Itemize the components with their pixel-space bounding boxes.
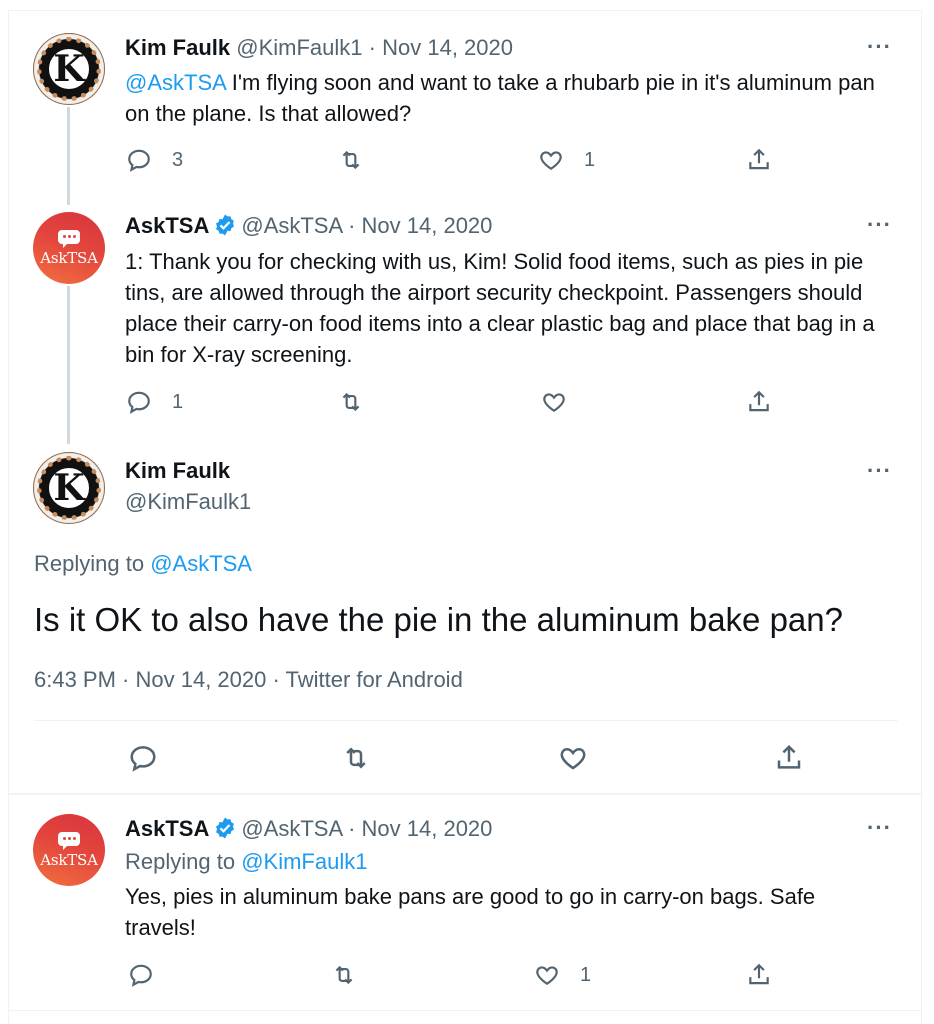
reply-icon (128, 149, 150, 172)
replying-prefix: Replying to (125, 849, 242, 874)
retweet-icon (346, 747, 366, 769)
more-icon[interactable]: ··· (867, 34, 892, 60)
retweet-icon (335, 965, 353, 985)
divider (34, 720, 898, 721)
verified-badge-icon (216, 214, 235, 236)
thread-connector (67, 107, 70, 205)
like-count: 1 (580, 963, 592, 986)
more-icon[interactable]: ··· (867, 815, 892, 841)
tweet-date[interactable]: Nov 14, 2020 (362, 213, 493, 238)
like-button[interactable] (541, 389, 567, 415)
share-icon (749, 963, 769, 985)
share-icon (749, 390, 769, 412)
like-icon (540, 151, 562, 170)
retweet-button[interactable] (341, 743, 371, 773)
tweet-date[interactable]: Nov 14, 2020 (362, 816, 493, 841)
author-handle[interactable]: @KimFaulk1 (125, 489, 251, 515)
author-name[interactable]: AskTSA (125, 816, 209, 841)
replying-prefix: Replying to (34, 551, 151, 576)
avatar-letter: K (47, 466, 91, 510)
replying-to: Replying to @KimFaulk1 (125, 849, 367, 875)
frame-right-border (921, 10, 922, 1024)
tweet-header: AskTSA @AskTSA · Nov 14, 2020 (125, 815, 492, 843)
author-name[interactable]: Kim Faulk (125, 458, 230, 484)
divider (8, 793, 922, 795)
reply-count: 3 (172, 148, 184, 171)
share-icon (777, 744, 801, 769)
mention-link[interactable]: @AskTSA (125, 70, 226, 95)
reply-count: 1 (172, 390, 184, 413)
divider (8, 1010, 922, 1011)
replying-to-link[interactable]: @AskTSA (150, 551, 252, 576)
retweet-button[interactable] (331, 962, 357, 988)
retweet-icon (342, 150, 360, 170)
tweet-text: Is it OK to also have the pie in the alu… (34, 601, 843, 638)
like-button[interactable]: 1 (534, 962, 591, 988)
reply-button[interactable]: 1 (126, 389, 183, 415)
replying-to: Replying to @AskTSA (34, 551, 252, 577)
reply-button[interactable] (128, 962, 154, 988)
replying-to-link[interactable]: @KimFaulk1 (241, 849, 367, 874)
like-icon (560, 747, 586, 770)
reply-icon (128, 391, 150, 414)
retweet-button[interactable] (338, 147, 384, 173)
frame-top-border (8, 10, 922, 11)
share-icon (749, 148, 769, 170)
like-button[interactable] (558, 743, 588, 773)
more-icon[interactable]: ··· (867, 458, 892, 484)
separator-dot: · (368, 35, 376, 60)
share-button[interactable] (746, 389, 772, 415)
retweet-icon (342, 392, 360, 412)
author-handle[interactable]: @AskTSA (241, 816, 342, 841)
avatar-letter: K (47, 47, 91, 91)
reply-icon (130, 964, 152, 987)
like-icon (536, 966, 558, 985)
like-button[interactable]: 1 (538, 147, 595, 173)
avatar-label: AskTSA (40, 248, 98, 267)
reply-button[interactable] (128, 743, 158, 773)
tweet-text: @AskTSA I'm flying soon and want to take… (125, 67, 905, 129)
frame-left-border (8, 10, 9, 1024)
avatar[interactable]: AskTSA (33, 814, 105, 886)
share-button[interactable] (746, 147, 772, 173)
avatar[interactable]: AskTSA (33, 212, 105, 284)
avatar[interactable]: K (33, 33, 105, 105)
chat-icon (58, 229, 80, 248)
more-icon[interactable]: ··· (867, 212, 892, 238)
retweet-button[interactable] (338, 389, 364, 415)
share-button[interactable] (774, 743, 804, 773)
reply-icon (130, 746, 156, 772)
tweet-header: Kim Faulk @KimFaulk1 · Nov 14, 2020 (125, 34, 513, 62)
share-button[interactable] (746, 962, 772, 988)
tweet-meta[interactable]: 6:43 PM · Nov 14, 2020 · Twitter for And… (34, 667, 463, 693)
tweet-text: Yes, pies in aluminum bake pans are good… (125, 884, 816, 940)
avatar-label: AskTSA (40, 850, 98, 869)
author-name[interactable]: AskTSA (125, 213, 209, 238)
chat-icon (58, 831, 80, 850)
tweet-date[interactable]: Nov 14, 2020 (382, 35, 513, 60)
tweet-header: AskTSA @AskTSA · Nov 14, 2020 (125, 212, 492, 240)
thread-connector (67, 286, 70, 444)
reply-button[interactable]: 3 (126, 147, 183, 173)
separator-dot: · (348, 816, 356, 841)
author-handle[interactable]: @KimFaulk1 (236, 35, 362, 60)
author-handle[interactable]: @AskTSA (241, 213, 342, 238)
author-name[interactable]: Kim Faulk (125, 35, 230, 60)
like-icon (543, 393, 565, 412)
verified-badge-icon (216, 817, 235, 839)
tweet-text-content: I'm flying soon and want to take a rhuba… (125, 70, 875, 126)
like-count: 1 (584, 148, 596, 171)
avatar[interactable]: K (33, 452, 105, 524)
separator-dot: · (348, 213, 356, 238)
tweet-text: 1: Thank you for checking with us, Kim! … (125, 249, 875, 367)
